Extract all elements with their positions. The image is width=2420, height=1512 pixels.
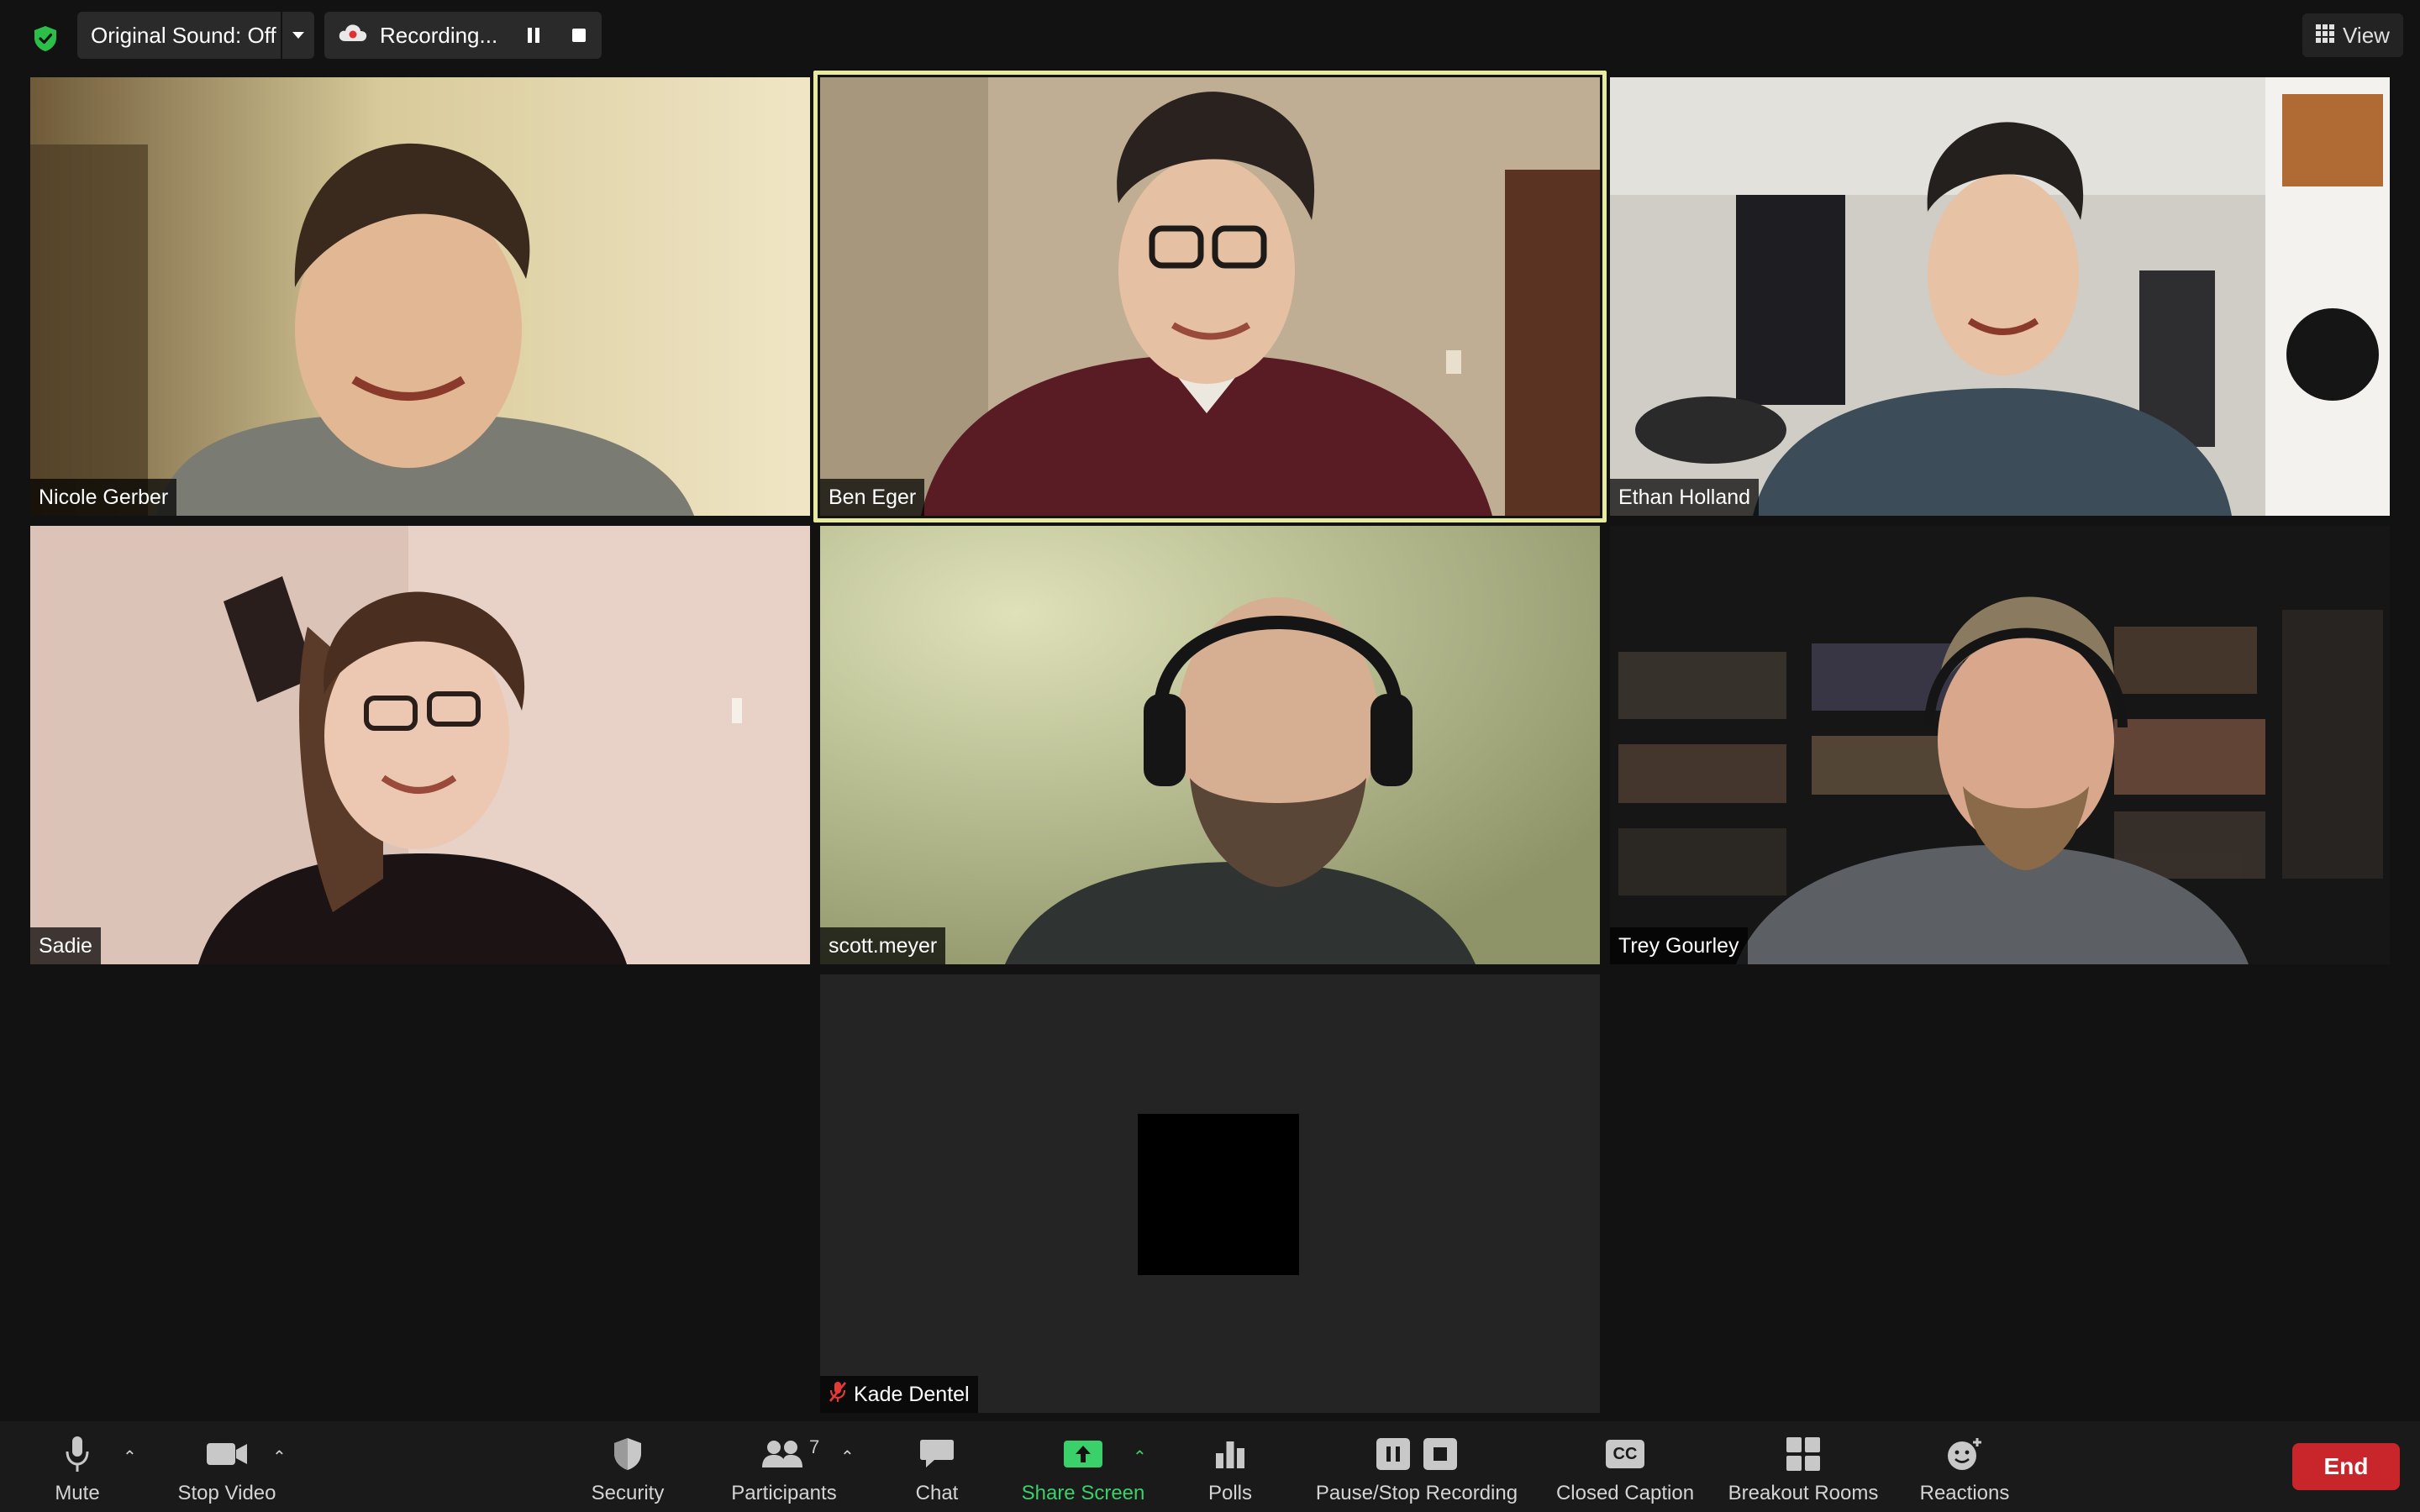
recording-status: Recording...	[380, 22, 498, 48]
participants-label: Participants	[731, 1482, 837, 1504]
reactions-label: Reactions	[1919, 1482, 2010, 1504]
participant-name-text: Kade Dentel	[854, 1382, 970, 1406]
participant-name-text: Ethan Holland	[1618, 485, 1751, 509]
pause-stop-recording-icons	[1376, 1433, 1458, 1475]
chevron-up-icon[interactable]: ⌃	[123, 1446, 137, 1467]
reactions-button[interactable]: Reactions	[1916, 1421, 2013, 1512]
bar-chart-icon	[1213, 1433, 1247, 1475]
security-shield-icon	[612, 1433, 644, 1475]
chevron-up-icon[interactable]: ⌃	[840, 1446, 855, 1467]
pause-recording-icon	[1376, 1438, 1410, 1470]
breakout-rooms-button[interactable]: Breakout Rooms	[1726, 1421, 1881, 1512]
participant-name: Nicole Gerber	[30, 479, 177, 516]
video-tile-sadie[interactable]: Sadie	[30, 526, 810, 964]
chat-bubble-icon	[919, 1433, 955, 1475]
participant-name-text: Sadie	[39, 933, 92, 958]
chat-button[interactable]: Chat	[908, 1421, 966, 1512]
participant-video	[820, 77, 1600, 516]
breakout-rooms-label: Breakout Rooms	[1728, 1482, 1879, 1504]
share-screen-label: Share Screen	[1021, 1482, 1145, 1504]
end-meeting-button[interactable]: End	[2292, 1443, 2400, 1490]
participant-name: Trey Gourley	[1610, 927, 1748, 964]
closed-caption-badge: CC	[1606, 1440, 1644, 1468]
participant-name: Ben Eger	[820, 479, 925, 516]
participants-icon: 7	[762, 1433, 819, 1475]
participant-name-text: Nicole Gerber	[39, 485, 169, 509]
participant-video	[820, 526, 1600, 964]
participant-name: Kade Dentel	[820, 1376, 978, 1413]
participant-name: Ethan Holland	[1610, 479, 1760, 516]
participant-video	[30, 526, 810, 964]
closed-caption-icon: CC	[1606, 1433, 1644, 1475]
video-off-placeholder	[1138, 1114, 1299, 1275]
top-bar: Original Sound: Off Recording... View	[0, 12, 2420, 59]
closed-caption-button[interactable]: CC Closed Caption	[1549, 1421, 1701, 1512]
participant-video	[1610, 526, 2390, 964]
video-tile-kade-dentel[interactable]: Kade Dentel	[820, 974, 1600, 1413]
polls-label: Polls	[1207, 1482, 1253, 1504]
participant-video	[30, 77, 810, 516]
share-screen-button[interactable]: Share Screen	[1015, 1421, 1151, 1512]
stop-video-button[interactable]: Stop Video	[170, 1421, 284, 1512]
original-sound-control: Original Sound: Off	[77, 12, 314, 59]
cloud-recording-icon	[338, 23, 368, 49]
shield-check-icon[interactable]	[25, 18, 66, 59]
chevron-up-icon[interactable]: ⌃	[1133, 1446, 1147, 1467]
polls-button[interactable]: Polls	[1203, 1421, 1257, 1512]
chevron-down-icon[interactable]	[281, 12, 314, 59]
original-sound-button[interactable]: Original Sound: Off	[77, 23, 281, 49]
stop-recording-icon	[1423, 1438, 1457, 1470]
pause-icon[interactable]	[511, 12, 556, 59]
mute-button[interactable]: Mute	[37, 1421, 118, 1512]
share-screen-icon	[1063, 1433, 1103, 1475]
participant-name: Sadie	[30, 927, 101, 964]
stop-video-label: Stop Video	[177, 1482, 276, 1504]
video-tile-ben-eger[interactable]: Ben Eger	[820, 77, 1600, 516]
video-tile-nicole-gerber[interactable]: Nicole Gerber	[30, 77, 810, 516]
video-tile-scott-meyer[interactable]: scott.meyer	[820, 526, 1600, 964]
smiley-plus-icon	[1946, 1433, 1983, 1475]
participant-name-text: scott.meyer	[829, 933, 938, 958]
mute-label: Mute	[55, 1482, 100, 1504]
view-button[interactable]: View	[2302, 13, 2403, 57]
breakout-rooms-icon	[1786, 1433, 1821, 1475]
microphone-muted-icon	[829, 1381, 847, 1409]
closed-caption-label: Closed Caption	[1555, 1482, 1695, 1504]
video-tile-ethan-holland[interactable]: Ethan Holland	[1610, 77, 2390, 516]
video-tile-trey-gourley[interactable]: Trey Gourley	[1610, 526, 2390, 964]
participant-name: scott.meyer	[820, 927, 946, 964]
chat-label: Chat	[915, 1482, 959, 1504]
participant-name-text: Ben Eger	[829, 485, 917, 509]
security-button[interactable]: Security	[580, 1421, 676, 1512]
chevron-up-icon[interactable]: ⌃	[272, 1446, 287, 1467]
participant-video	[1610, 77, 2390, 516]
stop-icon[interactable]	[556, 12, 602, 59]
security-label: Security	[591, 1482, 665, 1504]
recording-indicator: Recording...	[324, 12, 602, 59]
participant-name-text: Trey Gourley	[1618, 933, 1739, 958]
grid-icon	[2316, 23, 2335, 49]
participants-button[interactable]: 7 Participants	[723, 1421, 845, 1512]
meeting-toolbar: Mute ⌃ Stop Video ⌃ Security 7 Participa…	[0, 1421, 2420, 1512]
view-label: View	[2343, 22, 2390, 48]
pause-stop-recording-button[interactable]: Pause/Stop Recording	[1311, 1421, 1523, 1512]
microphone-icon	[65, 1433, 90, 1475]
video-camera-icon	[206, 1433, 248, 1475]
pause-stop-recording-label: Pause/Stop Recording	[1315, 1482, 1518, 1504]
participants-count: 7	[809, 1436, 820, 1457]
